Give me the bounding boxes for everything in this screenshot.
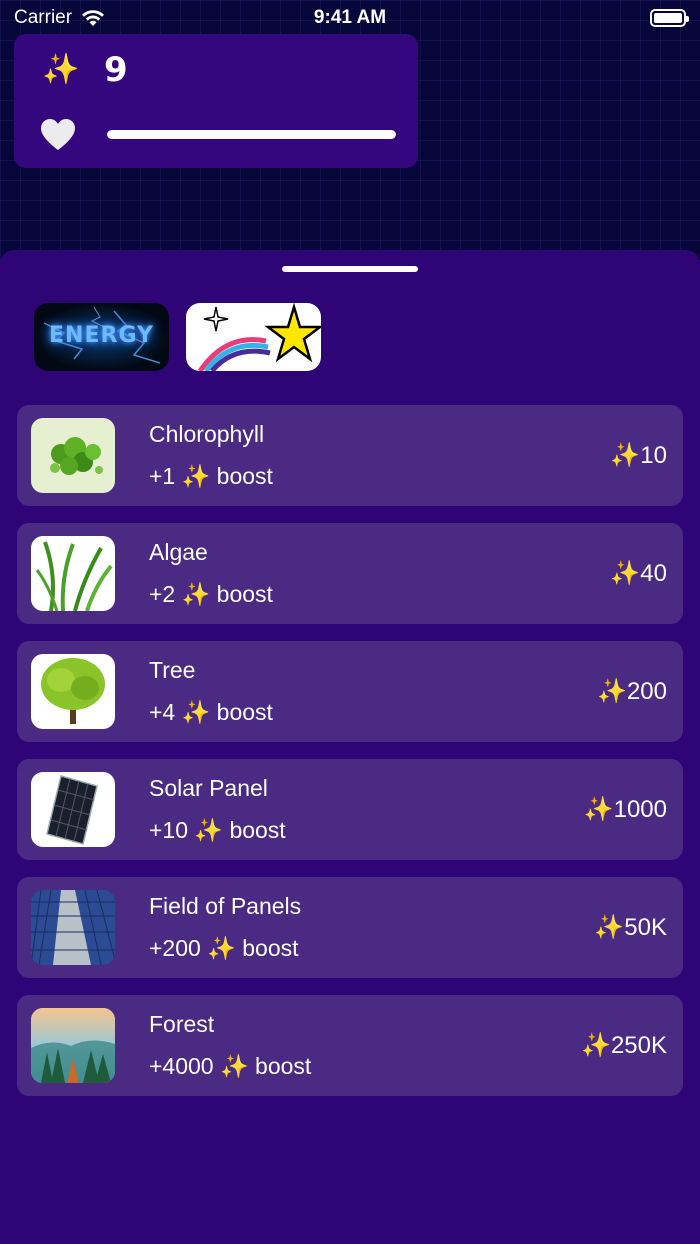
energy-count: 9 [104,50,128,90]
status-bar: Carrier 9:41 AM [0,0,700,36]
sheet-grabber[interactable] [282,266,418,272]
item-name: Chlorophyll [149,421,265,447]
sparkle-icon: ✨ [42,53,80,86]
sparkle-icon: ✨ [181,463,211,489]
item-cost: ✨250K [581,1032,667,1059]
store-item-chlorophyll[interactable]: Chlorophyll +1 ✨ boost ✨10 [17,405,683,506]
heart-icon [41,119,75,150]
store-sheet: ENERGY Chlorophyll +1 ✨ boost ✨10 Algae … [0,250,700,1244]
shooting-star-icon [197,303,321,371]
wifi-icon [82,10,105,26]
item-boost: +1 ✨ boost [149,463,273,489]
item-name: Field of Panels [149,893,302,919]
forest-thumbnail [31,1008,115,1083]
status-left: Carrier [14,7,106,29]
algae-thumbnail [31,536,115,611]
tree-thumbnail [31,654,115,729]
health-progress-fill [107,130,396,139]
item-cost: ✨50K [594,914,667,941]
item-cost: ✨40 [610,560,667,587]
sparkle-icon: ✨ [181,699,211,725]
item-name: Algae [149,539,208,565]
solar-panel-thumbnail [31,772,115,847]
store-item-forest[interactable]: Forest +4000 ✨ boost ✨250K [17,995,683,1096]
item-boost: +4000 ✨ boost [149,1053,312,1079]
tab-energy-label: ENERGY [49,323,154,348]
item-name: Tree [149,657,196,683]
item-boost: +4 ✨ boost [149,699,273,725]
carrier-label: Carrier [14,7,73,28]
item-name: Forest [149,1011,215,1037]
store-item-field-of-panels[interactable]: Field of Panels +200 ✨ boost ✨50K [17,877,683,978]
store-item-algae[interactable]: Algae +2 ✨ boost ✨40 [17,523,683,624]
battery-icon [650,9,689,27]
item-boost: +10 ✨ boost [149,817,286,843]
field-of-panels-thumbnail [31,890,115,965]
tab-shooting-star[interactable] [186,303,321,371]
sparkle-icon: ✨ [220,1053,249,1079]
tab-energy[interactable]: ENERGY [34,303,169,371]
item-boost: +2 ✨ boost [149,581,273,607]
sparkle-icon: ✨ [194,817,224,843]
item-boost: +200 ✨ boost [149,935,299,961]
sparkle-icon: ✨ [207,935,236,961]
item-cost: ✨200 [597,678,667,705]
stats-card: ✨ 9 [14,34,418,168]
item-cost: ✨1000 [583,796,667,823]
chlorophyll-thumbnail [31,418,115,493]
store-item-solar-panel[interactable]: Solar Panel +10 ✨ boost ✨1000 [17,759,683,860]
sparkle-icon: ✨ [181,581,211,607]
health-progress-bar [107,130,396,139]
item-cost: ✨10 [610,442,667,469]
item-name: Solar Panel [149,775,268,801]
store-item-tree[interactable]: Tree +4 ✨ boost ✨200 [17,641,683,742]
